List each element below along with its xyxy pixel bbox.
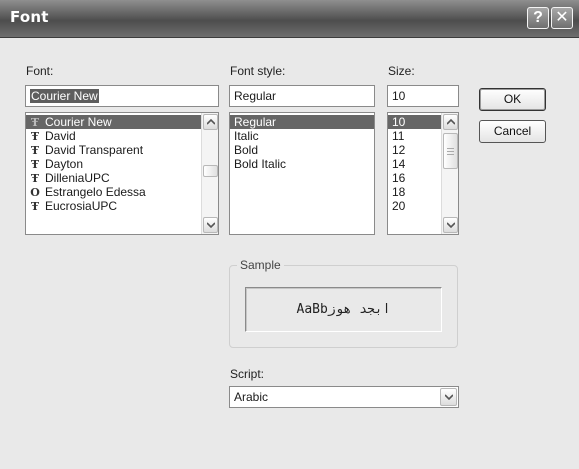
opentype-font-icon: O bbox=[30, 186, 40, 199]
chevron-down-icon bbox=[445, 394, 453, 400]
script-dropdown-button[interactable] bbox=[440, 388, 457, 406]
list-item[interactable]: Ŧ Courier New bbox=[26, 115, 218, 129]
list-item-label: Courier New bbox=[45, 115, 112, 129]
help-button[interactable]: ? bbox=[527, 7, 549, 29]
list-item-label: David bbox=[45, 129, 76, 143]
close-button[interactable]: ✕ bbox=[551, 7, 573, 29]
list-item-label: Italic bbox=[234, 129, 259, 143]
list-item[interactable]: Italic bbox=[230, 129, 374, 143]
title-bar[interactable]: Font ? ✕ bbox=[0, 0, 579, 38]
list-item[interactable]: Regular bbox=[230, 115, 374, 129]
list-item-label: 20 bbox=[392, 199, 406, 213]
size-list-scrollbar[interactable] bbox=[441, 113, 458, 234]
truetype-font-icon: Ŧ bbox=[30, 130, 40, 143]
grip-line bbox=[447, 148, 454, 149]
script-select[interactable]: Arabic bbox=[229, 386, 459, 408]
close-icon: ✕ bbox=[555, 9, 569, 26]
list-item-label: Bold Italic bbox=[234, 157, 287, 171]
list-item[interactable]: Ŧ David bbox=[26, 129, 218, 143]
list-item-label: 10 bbox=[392, 115, 406, 129]
scroll-down-button[interactable] bbox=[443, 217, 458, 233]
list-item-label: Bold bbox=[234, 143, 259, 157]
font-style-label: Font style: bbox=[230, 64, 286, 78]
sample-label: Sample bbox=[237, 258, 284, 272]
font-name-value: Courier New bbox=[30, 89, 99, 103]
scroll-down-button[interactable] bbox=[203, 217, 218, 233]
list-item[interactable]: Bold bbox=[230, 143, 374, 157]
size-label: Size: bbox=[388, 64, 415, 78]
scroll-thumb[interactable] bbox=[203, 165, 218, 177]
ok-button[interactable]: OK bbox=[479, 88, 546, 111]
help-icon: ? bbox=[533, 9, 543, 26]
script-value: Arabic bbox=[234, 390, 269, 404]
list-item-label: 16 bbox=[392, 171, 406, 185]
font-list[interactable]: Ŧ Courier New Ŧ David Ŧ David Transparent Ŧ Day… bbox=[25, 112, 219, 235]
list-item-label: DilleniaUPC bbox=[45, 171, 110, 185]
truetype-font-icon: Ŧ bbox=[30, 172, 40, 185]
size-list[interactable]: 10 11 12 14 16 18 20 bbox=[387, 112, 459, 235]
chevron-up-icon bbox=[207, 119, 215, 125]
cancel-button[interactable]: Cancel bbox=[479, 120, 546, 143]
truetype-font-icon: Ŧ bbox=[30, 158, 40, 171]
size-input[interactable]: 10 bbox=[387, 85, 459, 107]
scroll-thumb[interactable] bbox=[443, 133, 458, 169]
font-label: Font: bbox=[26, 64, 54, 78]
scroll-up-button[interactable] bbox=[203, 114, 218, 130]
truetype-font-icon: Ŧ bbox=[30, 116, 40, 129]
font-style-input[interactable]: Regular bbox=[229, 85, 375, 107]
list-item[interactable]: Ŧ Dayton bbox=[26, 157, 218, 171]
chevron-up-icon bbox=[447, 119, 455, 125]
window-title: Font bbox=[10, 8, 49, 26]
font-list-scrollbar[interactable] bbox=[201, 113, 218, 234]
font-name-input[interactable]: Courier New bbox=[25, 85, 219, 107]
list-item-label: 11 bbox=[392, 129, 405, 143]
list-item-label: Estrangelo Edessa bbox=[45, 185, 146, 199]
chevron-down-icon bbox=[447, 222, 455, 228]
list-item-label: Dayton bbox=[45, 157, 84, 171]
grip-line bbox=[447, 151, 454, 152]
font-style-list[interactable]: Regular Italic Bold Bold Italic bbox=[229, 112, 375, 235]
list-item-label: 18 bbox=[392, 185, 406, 199]
truetype-font-icon: Ŧ bbox=[30, 144, 40, 157]
script-label: Script: bbox=[230, 367, 265, 381]
list-item-label: EucrosiaUPC bbox=[45, 199, 118, 213]
list-item[interactable]: Ŧ DilleniaUPC bbox=[26, 171, 218, 185]
truetype-font-icon: Ŧ bbox=[30, 200, 40, 213]
list-item[interactable]: Bold Italic bbox=[230, 157, 374, 171]
scroll-up-button[interactable] bbox=[443, 114, 458, 130]
sample-text: AaBbابجد هوز bbox=[296, 302, 391, 317]
sample-preview: AaBbابجد هوز bbox=[245, 287, 442, 332]
list-item[interactable]: Ŧ EucrosiaUPC bbox=[26, 199, 218, 213]
grip-line bbox=[447, 154, 454, 155]
list-item-label: 12 bbox=[392, 143, 406, 157]
list-item[interactable]: Ŧ David Transparent bbox=[26, 143, 218, 157]
size-value: 10 bbox=[392, 89, 406, 103]
chevron-down-icon bbox=[207, 222, 215, 228]
list-item-label: Regular bbox=[234, 115, 277, 129]
list-item-label: David Transparent bbox=[45, 143, 144, 157]
font-style-value: Regular bbox=[234, 89, 277, 103]
list-item-label: 14 bbox=[392, 157, 406, 171]
list-item[interactable]: O Estrangelo Edessa bbox=[26, 185, 218, 199]
